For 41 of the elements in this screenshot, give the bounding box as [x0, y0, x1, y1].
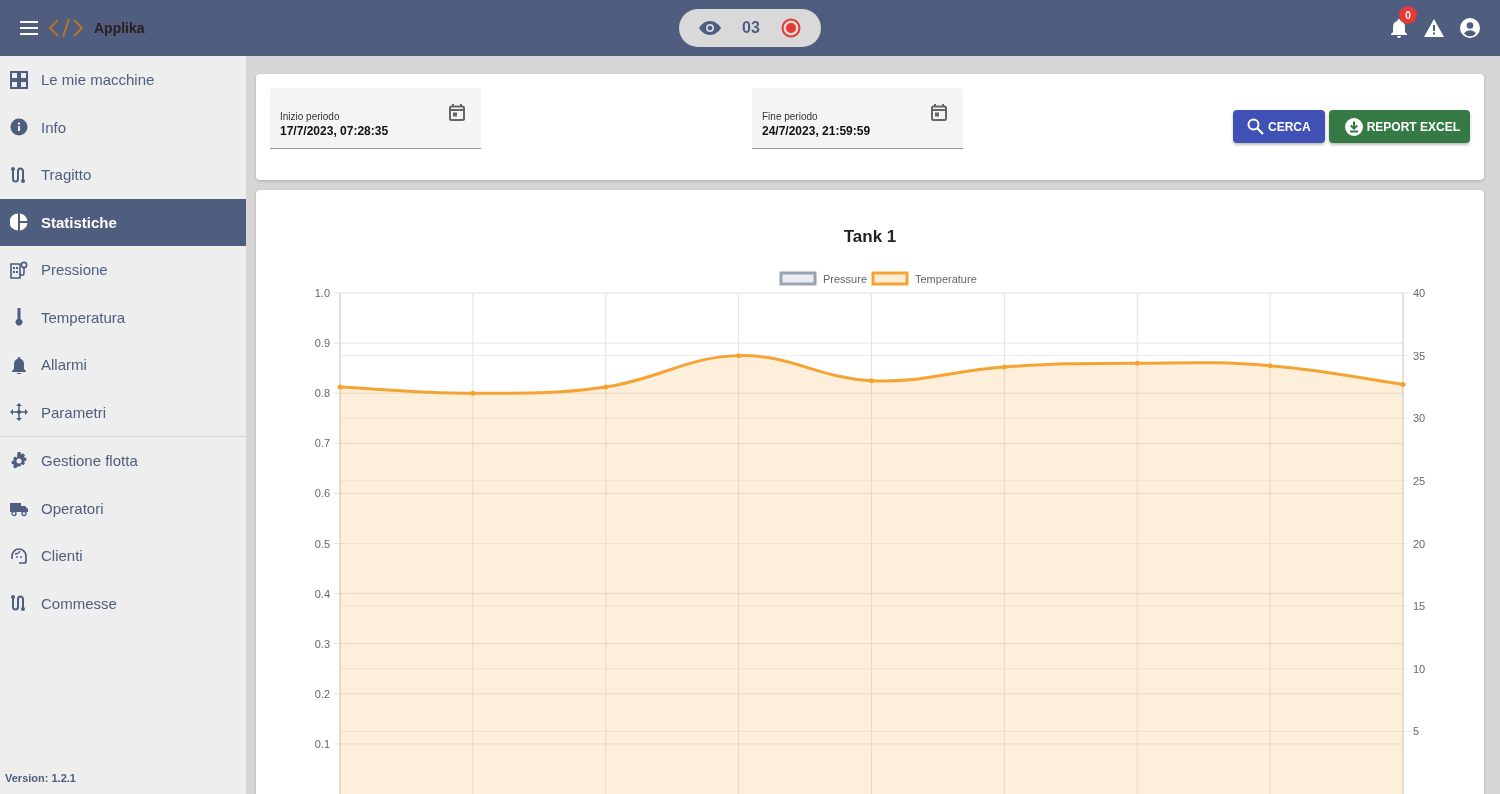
version-text: Version: 1.2.1: [4, 772, 77, 786]
date-field[interactable]: Fine periodo 24/7/2023, 21:59:59: [752, 88, 963, 149]
axis-tick-label: 0.1: [314, 737, 330, 750]
axis-tick-label: 0.7: [314, 437, 330, 450]
legend-label: Pressure: [823, 273, 868, 285]
sidebar-item[interactable]: Clienti: [0, 532, 246, 580]
axis-tick-label: 0.4: [314, 587, 330, 600]
sidebar-item[interactable]: Operatori: [0, 484, 246, 532]
axis-tick-label: 35: [1413, 349, 1426, 362]
sidebar-item[interactable]: Commesse: [0, 579, 246, 627]
sidebar-item[interactable]: Le mie macchine: [0, 56, 246, 104]
notification-count-badge: 0: [1399, 6, 1417, 24]
axis-tick-label: 0.2: [314, 687, 330, 700]
search-button[interactable]: CERCA: [1232, 110, 1325, 143]
sidebar-item[interactable]: Info: [0, 103, 246, 151]
axis-tick-label: 0.3: [314, 637, 330, 650]
brand-name: Applika: [94, 20, 145, 36]
sidebar-item[interactable]: Statistiche: [0, 198, 246, 246]
axis-tick-label: 0.8: [314, 387, 330, 400]
chart-title: Tank 1: [843, 227, 897, 246]
legend-label: Temperature: [915, 273, 977, 285]
axis-tick-label: 20: [1413, 537, 1426, 550]
sidebar-item[interactable]: Allarmi: [0, 341, 246, 389]
axis-tick-label: 5: [1413, 725, 1420, 738]
axis-tick-label: 15: [1413, 600, 1426, 613]
axis-tick-label: 40: [1413, 287, 1426, 299]
axis-tick-label: 1.0: [314, 287, 330, 299]
axis-tick-label: 25: [1413, 474, 1426, 487]
sidebar-item[interactable]: Gestione flotta: [0, 437, 246, 485]
axis-tick-label: 0.9: [314, 337, 330, 350]
sidebar-item[interactable]: Temperatura: [0, 293, 246, 341]
axis-tick-label: 30: [1413, 412, 1426, 425]
date-field[interactable]: Inizio periodo 17/7/2023, 07:28:35: [270, 88, 481, 149]
sidebar-item[interactable]: Pressione: [0, 246, 246, 294]
download-button[interactable]: REPORT EXCEL: [1328, 110, 1470, 143]
axis-tick-label: 10: [1413, 662, 1426, 675]
axis-tick-label: 0.6: [314, 487, 330, 500]
counter-text: 03: [742, 19, 760, 37]
sidebar-item[interactable]: Tragitto: [0, 151, 246, 199]
sidebar-item[interactable]: Parametri: [0, 388, 246, 436]
axis-tick-label: 0.5: [314, 537, 330, 550]
